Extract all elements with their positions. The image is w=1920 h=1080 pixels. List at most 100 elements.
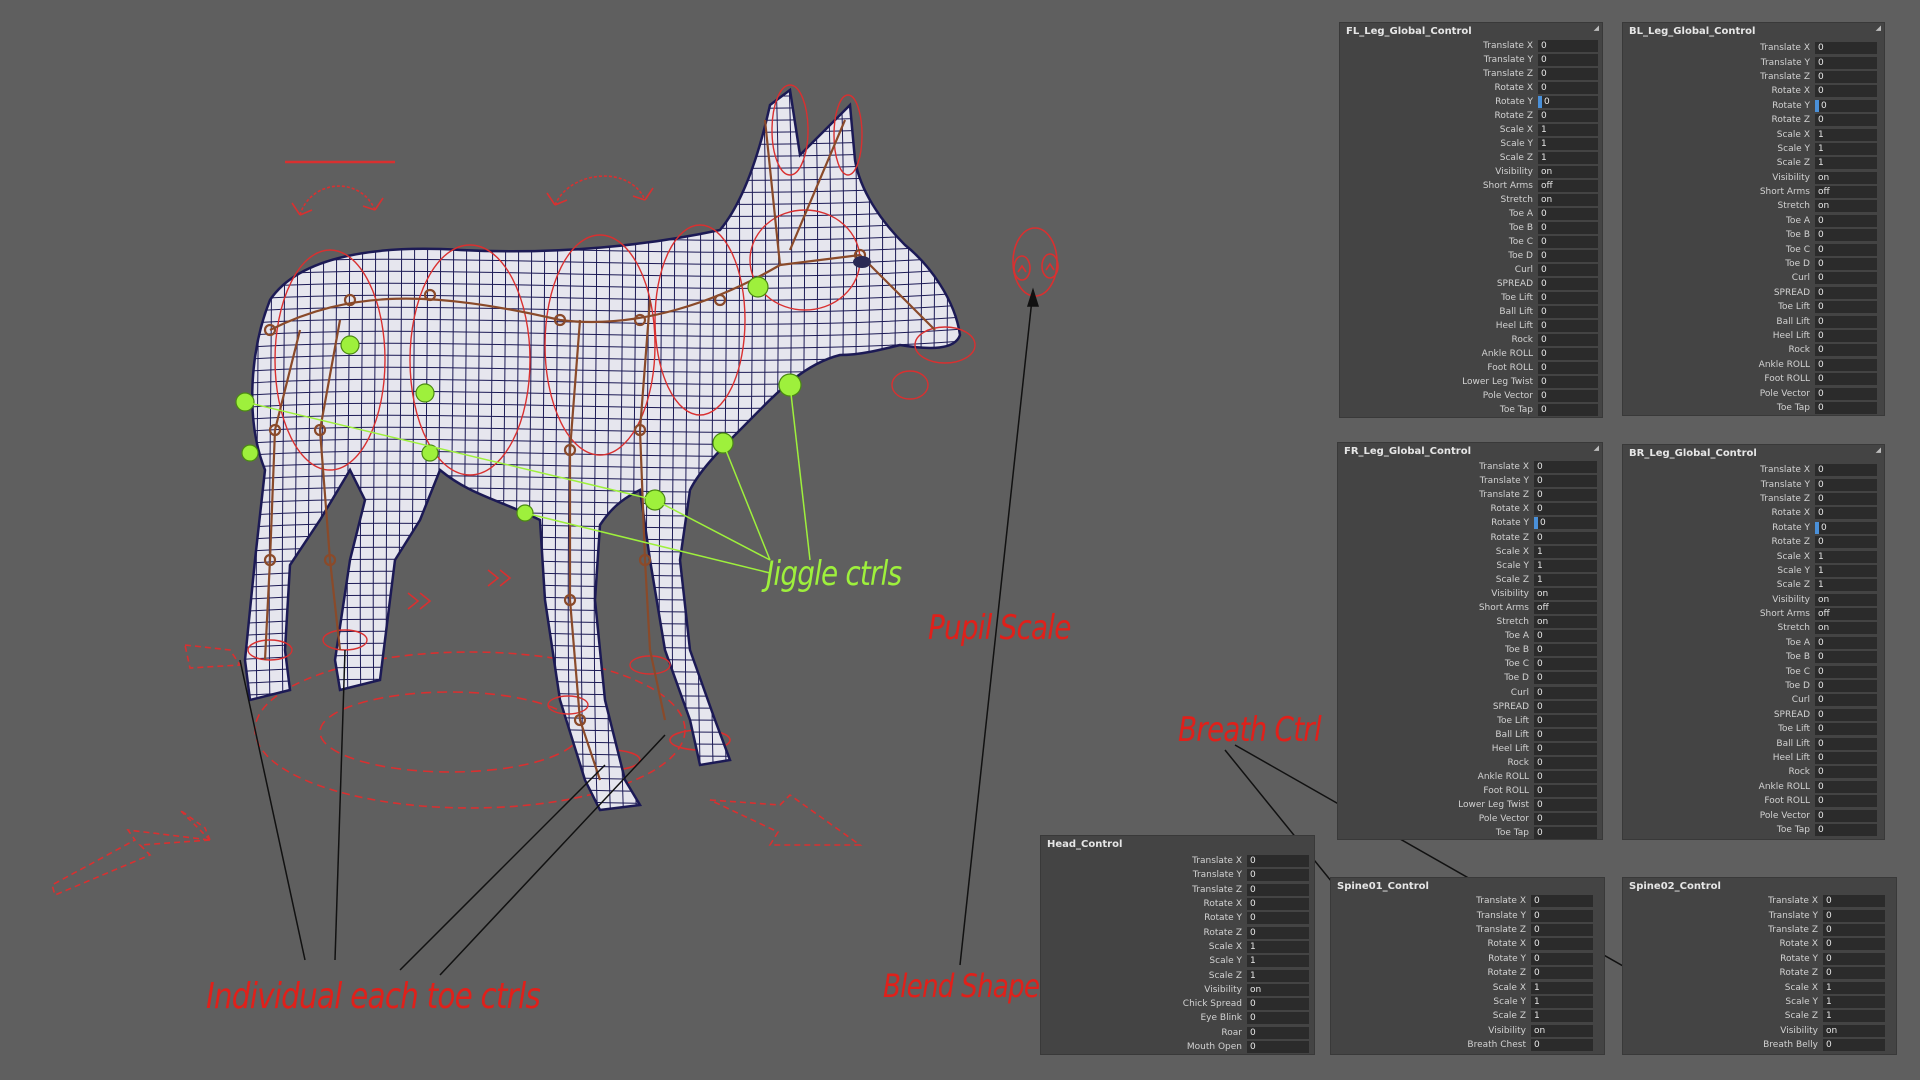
channel-row[interactable]: Ankle ROLL 0 bbox=[1623, 358, 1877, 372]
channel-value-field[interactable]: 0 bbox=[1815, 286, 1877, 299]
channel-value-field[interactable]: 0 bbox=[1815, 56, 1877, 69]
channel-value-field[interactable]: 0 bbox=[1538, 68, 1598, 80]
channel-label[interactable]: Breath Belly bbox=[1623, 1040, 1823, 1050]
channel-label[interactable]: Translate X bbox=[1338, 462, 1534, 472]
channel-label[interactable]: Translate X bbox=[1623, 43, 1815, 53]
channel-row[interactable]: Toe C0 bbox=[1623, 242, 1877, 256]
channel-row[interactable]: Visibility on bbox=[1041, 983, 1309, 997]
channel-label[interactable]: Translate X bbox=[1041, 856, 1247, 866]
channel-label[interactable]: Heel Lift bbox=[1623, 331, 1815, 341]
channel-value-field[interactable]: 0 bbox=[1815, 536, 1877, 549]
channel-row[interactable]: Rotate X0 bbox=[1623, 937, 1885, 951]
channel-row[interactable]: Ball Lift 0 bbox=[1623, 736, 1877, 750]
channel-row[interactable]: Scale Y1 bbox=[1041, 954, 1309, 968]
channel-row[interactable]: Translate Y0 bbox=[1338, 474, 1597, 488]
channel-row[interactable]: Toe D0 bbox=[1623, 679, 1877, 693]
channel-label[interactable]: Rotate Z bbox=[1623, 537, 1815, 547]
channel-value-field[interactable]: 0 bbox=[1538, 348, 1598, 360]
channel-value-field[interactable]: 0 bbox=[1815, 636, 1877, 649]
channel-value-field[interactable]: 0 bbox=[1531, 909, 1593, 922]
channel-label[interactable]: Visibility bbox=[1340, 167, 1538, 177]
channel-row[interactable]: Toe A0 bbox=[1623, 214, 1877, 228]
channel-value-field[interactable]: 0 bbox=[1538, 82, 1598, 94]
channel-row[interactable]: Translate Z0 bbox=[1331, 923, 1593, 937]
channel-row[interactable]: Lower Leg Twist 0 bbox=[1338, 798, 1597, 812]
channel-row[interactable]: Lower Leg Twist 0 bbox=[1340, 375, 1598, 389]
channel-row[interactable]: Translate X0 bbox=[1623, 894, 1885, 908]
channel-value-field[interactable]: 1 bbox=[1815, 142, 1877, 155]
channel-row[interactable]: Scale X1 bbox=[1041, 940, 1309, 954]
channel-value-field[interactable]: 0 bbox=[1534, 728, 1597, 741]
channel-row[interactable]: Toe C0 bbox=[1338, 657, 1597, 671]
channel-label[interactable]: SPREAD bbox=[1338, 702, 1534, 712]
channel-value-field[interactable]: 0 bbox=[1815, 214, 1877, 227]
channel-row[interactable]: Visibility on bbox=[1340, 165, 1598, 179]
channel-row[interactable]: SPREAD 0 bbox=[1623, 286, 1877, 300]
channel-value-field[interactable]: 0 bbox=[1815, 229, 1877, 242]
channel-value-field[interactable]: 0 bbox=[1815, 651, 1877, 664]
channel-label[interactable]: Rock bbox=[1623, 345, 1815, 355]
channel-row[interactable]: Scale Y1 bbox=[1623, 995, 1885, 1009]
channel-value-field[interactable]: 1 bbox=[1538, 138, 1598, 150]
panel-pin-icon[interactable]: ◢ bbox=[1594, 444, 1599, 452]
channel-value-field[interactable]: 0 bbox=[1531, 967, 1593, 980]
channel-row[interactable]: Translate Z0 bbox=[1041, 883, 1309, 897]
channel-label[interactable]: Rotate X bbox=[1338, 504, 1534, 514]
channel-row[interactable]: Toe A0 bbox=[1623, 636, 1877, 650]
channel-row[interactable]: Scale Y1 bbox=[1340, 137, 1598, 151]
channel-row[interactable]: Translate Z0 bbox=[1623, 70, 1877, 84]
channel-label[interactable]: Short Arms bbox=[1623, 609, 1815, 619]
channel-value-field[interactable]: 0 bbox=[1247, 998, 1309, 1011]
channel-row[interactable]: Scale Y1 bbox=[1338, 559, 1597, 573]
channel-value-field[interactable]: 0 bbox=[1823, 923, 1885, 936]
channel-value-field[interactable]: 0 bbox=[1531, 938, 1593, 951]
channel-row[interactable]: Scale X1 bbox=[1623, 127, 1877, 141]
channel-label[interactable]: Toe C bbox=[1623, 245, 1815, 255]
channel-row[interactable]: Visibility on bbox=[1338, 587, 1597, 601]
channel-label[interactable]: Rotate Z bbox=[1041, 928, 1247, 938]
channel-row[interactable]: Foot ROLL 0 bbox=[1623, 372, 1877, 386]
channel-value-field[interactable]: 0 bbox=[1531, 952, 1593, 965]
channel-label[interactable]: Translate Y bbox=[1623, 480, 1815, 490]
channel-row[interactable]: Rotate Y0 bbox=[1623, 521, 1877, 535]
channel-row[interactable]: Toe D0 bbox=[1623, 257, 1877, 271]
channel-label[interactable]: Ankle ROLL bbox=[1340, 349, 1538, 359]
channel-value-field[interactable]: on bbox=[1815, 171, 1877, 184]
panel-bl-leg[interactable]: BL_Leg_Global_Control ◢ Translate X 0 Tran… bbox=[1622, 22, 1885, 416]
channel-row[interactable]: Chick Spread 0 bbox=[1041, 997, 1309, 1011]
channel-label[interactable]: Stretch bbox=[1340, 195, 1538, 205]
channel-label[interactable]: Scale Y bbox=[1623, 144, 1815, 154]
channel-row[interactable]: Pole Vector 0 bbox=[1338, 812, 1597, 826]
channel-label[interactable]: Ball Lift bbox=[1338, 730, 1534, 740]
channel-value-field[interactable]: 0 bbox=[1538, 390, 1598, 402]
channel-value-field[interactable]: 1 bbox=[1534, 545, 1597, 558]
channel-row[interactable]: Rotate Y0 bbox=[1331, 952, 1593, 966]
channel-row[interactable]: Curl 0 bbox=[1623, 693, 1877, 707]
channel-value-field[interactable]: 1 bbox=[1531, 981, 1593, 994]
channel-value-field[interactable]: 0 bbox=[1815, 492, 1877, 505]
channel-label[interactable]: Pole Vector bbox=[1338, 814, 1534, 824]
channel-value-field[interactable]: 0 bbox=[1531, 923, 1593, 936]
channel-row[interactable]: Rotate X0 bbox=[1623, 84, 1877, 98]
channel-label[interactable]: Pole Vector bbox=[1340, 391, 1538, 401]
channel-row[interactable]: Stretch on bbox=[1338, 615, 1597, 629]
channel-value-field[interactable]: 0 bbox=[1823, 938, 1885, 951]
channel-row[interactable]: Foot ROLL 0 bbox=[1623, 794, 1877, 808]
channel-row[interactable]: Breath Belly 0 bbox=[1623, 1038, 1885, 1052]
channel-row[interactable]: Rotate Y0 bbox=[1623, 99, 1877, 113]
channel-value-field[interactable]: 0 bbox=[1815, 258, 1877, 271]
channel-row[interactable]: Heel Lift 0 bbox=[1623, 751, 1877, 765]
channel-row[interactable]: Heel Lift 0 bbox=[1340, 319, 1598, 333]
channel-row[interactable]: Toe A0 bbox=[1338, 629, 1597, 643]
channel-row[interactable]: Translate X0 bbox=[1340, 39, 1598, 53]
panel-head[interactable]: Head_Control Translate X 0 Translate Y 0 Tra… bbox=[1040, 835, 1315, 1055]
channel-label[interactable]: Scale Z bbox=[1623, 580, 1815, 590]
channel-label[interactable]: Translate Y bbox=[1338, 476, 1534, 486]
channel-label[interactable]: Toe D bbox=[1338, 673, 1534, 683]
channel-value-field[interactable]: 0 bbox=[1534, 799, 1597, 812]
channel-row[interactable]: Toe Lift 0 bbox=[1623, 300, 1877, 314]
channel-row[interactable]: Stretch on bbox=[1623, 621, 1877, 635]
channel-label[interactable]: Scale Z bbox=[1338, 575, 1534, 585]
channel-value-field[interactable]: 0 bbox=[1815, 809, 1877, 822]
channel-value-field[interactable]: 0 bbox=[1534, 517, 1597, 530]
